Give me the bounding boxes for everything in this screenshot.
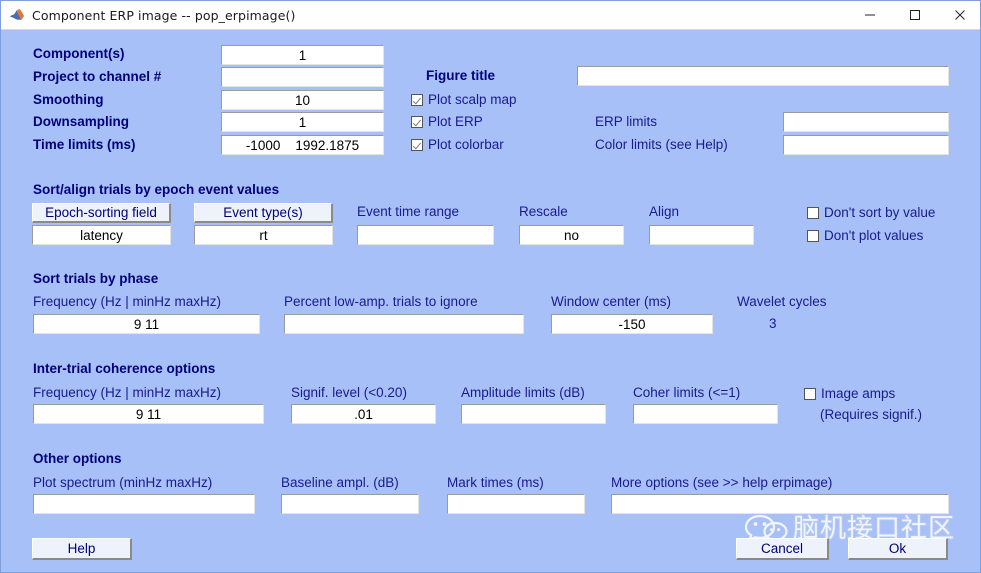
checkbox-dont-plot-values[interactable]: Don't plot values bbox=[807, 228, 923, 244]
help-button[interactable]: Help bbox=[32, 538, 132, 560]
checkbox-box bbox=[411, 139, 423, 151]
checkbox-dont-sort-by-value[interactable]: Don't sort by value bbox=[807, 205, 935, 221]
label-rescale: Rescale bbox=[519, 204, 568, 219]
label-more-options: More options (see >> help erpimage) bbox=[611, 475, 833, 490]
checkbox-plot-scalp-map[interactable]: Plot scalp map bbox=[411, 92, 517, 108]
label-color-limits: Color limits (see Help) bbox=[595, 137, 728, 152]
checkbox-label: Plot colorbar bbox=[428, 137, 504, 152]
maximize-button[interactable] bbox=[892, 1, 937, 29]
label-amplitude-limits: Amplitude limits (dB) bbox=[461, 385, 585, 400]
checkbox-label: Don't plot values bbox=[824, 228, 924, 243]
phase-frequency-input[interactable] bbox=[33, 314, 260, 334]
align-input[interactable] bbox=[649, 225, 754, 245]
baseline-ampl-input[interactable] bbox=[281, 494, 419, 514]
checkbox-box bbox=[807, 230, 819, 242]
event-types-button[interactable]: Event type(s) bbox=[194, 203, 333, 223]
section-other-title: Other options bbox=[33, 451, 122, 466]
label-event-time-range: Event time range bbox=[357, 204, 460, 219]
matlab-icon bbox=[9, 7, 25, 23]
section-coherence-title: Inter-trial coherence options bbox=[33, 361, 216, 376]
downsampling-input[interactable] bbox=[221, 112, 384, 132]
percent-low-amp-input[interactable] bbox=[284, 314, 524, 334]
components-input[interactable] bbox=[221, 45, 384, 65]
section-sort-phase-title: Sort trials by phase bbox=[33, 271, 159, 286]
label-phase-frequency: Frequency (Hz | minHz maxHz) bbox=[33, 294, 222, 309]
coherence-frequency-input[interactable] bbox=[33, 404, 264, 424]
window-center-input[interactable] bbox=[551, 314, 713, 334]
checkbox-plot-erp[interactable]: Plot ERP bbox=[411, 114, 483, 130]
figure-title-input[interactable] bbox=[577, 66, 949, 86]
label-smoothing: Smoothing bbox=[33, 92, 104, 107]
mark-times-input[interactable] bbox=[447, 494, 585, 514]
event-time-range-input[interactable] bbox=[357, 225, 494, 245]
epoch-sorting-field-input[interactable] bbox=[32, 225, 171, 245]
checkbox-plot-colorbar[interactable]: Plot colorbar bbox=[411, 137, 504, 153]
checkbox-label: Plot ERP bbox=[428, 114, 483, 129]
label-project-channel: Project to channel # bbox=[33, 69, 162, 84]
checkbox-image-amps[interactable]: Image amps bbox=[804, 386, 895, 402]
section-sort-align-title: Sort/align trials by epoch event values bbox=[33, 182, 280, 197]
project-channel-input[interactable] bbox=[221, 67, 384, 87]
label-align: Align bbox=[649, 204, 680, 219]
signif-level-input[interactable] bbox=[291, 404, 436, 424]
checkbox-box bbox=[411, 94, 423, 106]
ok-button[interactable]: Ok bbox=[848, 538, 948, 560]
checkbox-box bbox=[807, 207, 819, 219]
label-signif-level: Signif. level (<0.20) bbox=[291, 385, 407, 400]
label-erp-limits: ERP limits bbox=[595, 114, 658, 129]
cancel-button[interactable]: Cancel bbox=[736, 538, 829, 560]
label-mark-times: Mark times (ms) bbox=[447, 475, 544, 490]
label-baseline-ampl: Baseline ampl. (dB) bbox=[281, 475, 399, 490]
close-button[interactable] bbox=[937, 1, 980, 29]
event-types-input[interactable] bbox=[194, 225, 333, 245]
image-amps-requires-note: (Requires signif.) bbox=[820, 407, 923, 422]
epoch-sorting-field-button[interactable]: Epoch-sorting field bbox=[32, 203, 171, 223]
label-coher-limits: Coher limits (<=1) bbox=[633, 385, 741, 400]
title-bar: Component ERP image -- pop_erpimage() bbox=[1, 1, 980, 30]
erp-limits-input[interactable] bbox=[783, 112, 949, 132]
label-time-limits: Time limits (ms) bbox=[33, 137, 136, 152]
checkbox-box bbox=[804, 388, 816, 400]
wavelet-cycles-value: 3 bbox=[769, 316, 777, 331]
amplitude-limits-input[interactable] bbox=[461, 404, 606, 424]
label-window-center: Window center (ms) bbox=[551, 294, 672, 309]
plot-spectrum-input[interactable] bbox=[33, 494, 255, 514]
checkbox-box bbox=[411, 116, 423, 128]
smoothing-input[interactable] bbox=[221, 90, 384, 110]
time-limits-input[interactable] bbox=[221, 135, 384, 155]
label-coherence-frequency: Frequency (Hz | minHz maxHz) bbox=[33, 385, 222, 400]
checkbox-label: Don't sort by value bbox=[824, 205, 936, 220]
more-options-input[interactable] bbox=[611, 494, 949, 514]
coher-limits-input[interactable] bbox=[633, 404, 778, 424]
color-limits-input[interactable] bbox=[783, 135, 949, 155]
label-percent-low-amp: Percent low-amp. trials to ignore bbox=[284, 294, 478, 309]
label-plot-spectrum: Plot spectrum (minHz maxHz) bbox=[33, 475, 213, 490]
window-title: Component ERP image -- pop_erpimage() bbox=[32, 7, 296, 23]
label-downsampling: Downsampling bbox=[33, 114, 130, 129]
rescale-input[interactable] bbox=[519, 225, 624, 245]
label-components: Component(s) bbox=[33, 46, 125, 61]
label-figure-title: Figure title bbox=[426, 68, 496, 83]
checkbox-label: Image amps bbox=[821, 386, 896, 401]
minimize-button[interactable] bbox=[847, 1, 892, 29]
label-wavelet-cycles: Wavelet cycles bbox=[737, 294, 827, 309]
erp-image-dialog: Component ERP image -- pop_erpimage() Co… bbox=[0, 0, 981, 573]
window-controls bbox=[847, 1, 980, 29]
checkbox-label: Plot scalp map bbox=[428, 92, 517, 107]
